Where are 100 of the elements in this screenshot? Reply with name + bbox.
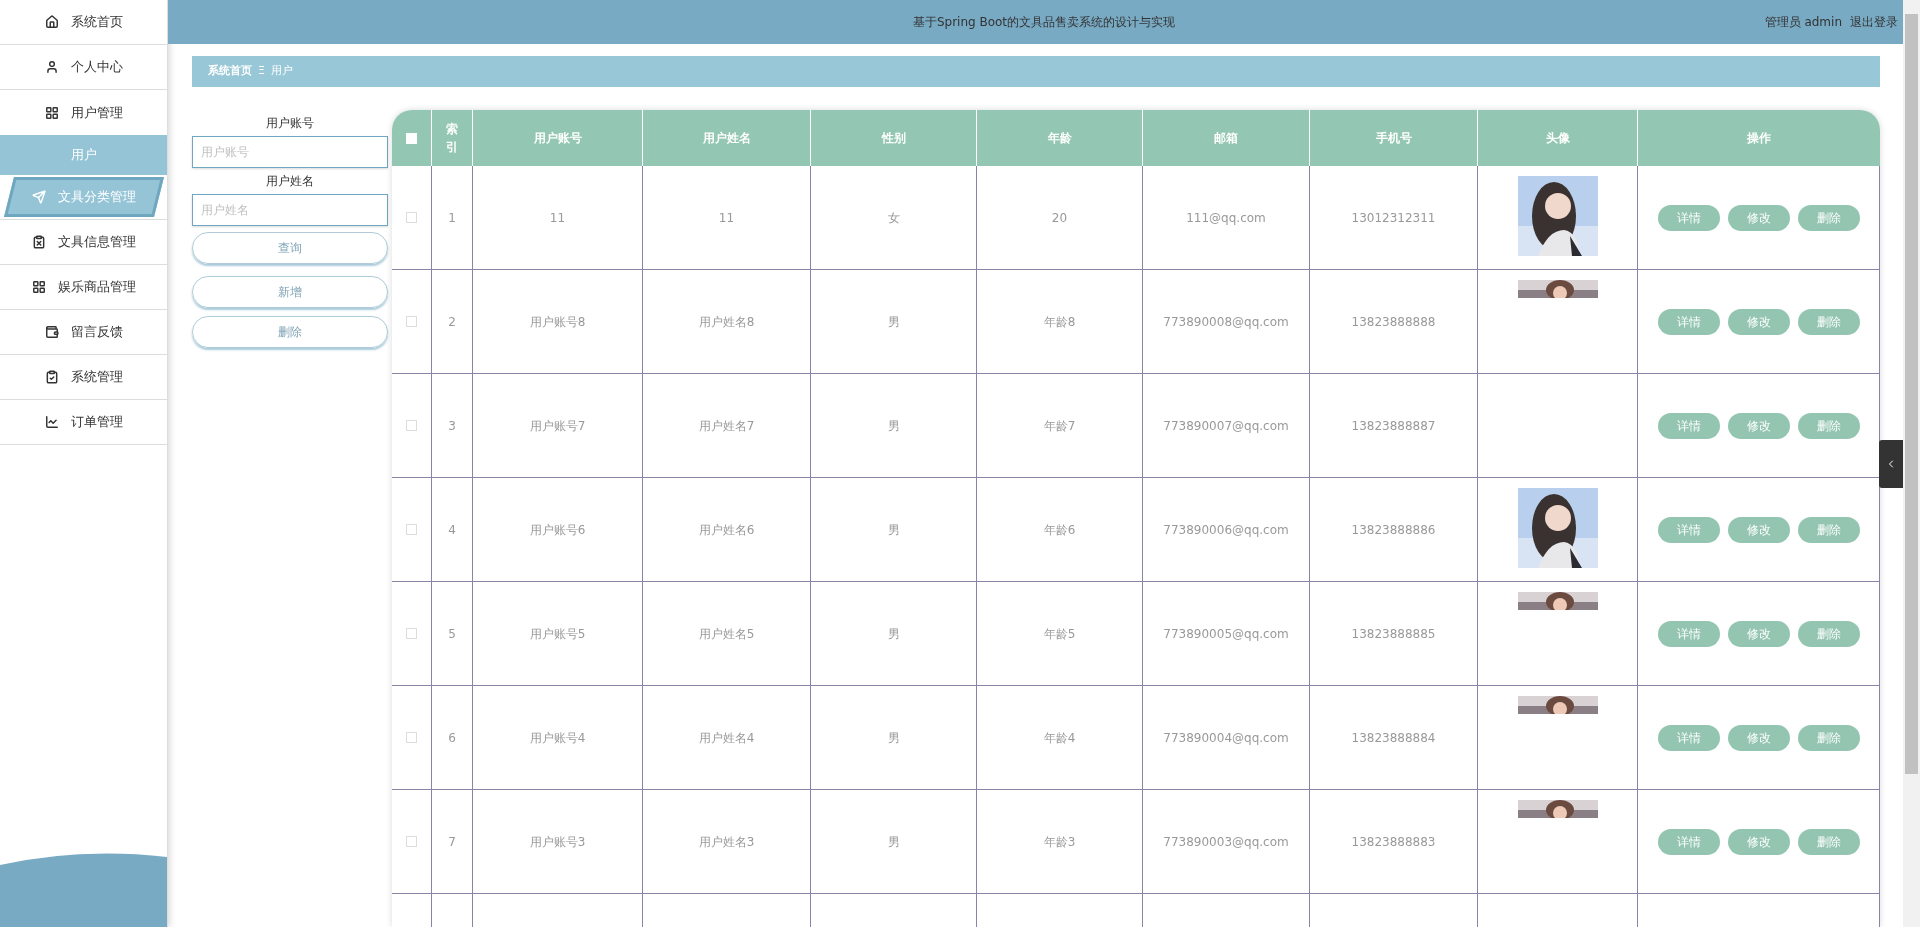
sidebar-item[interactable]: 系统首页 [0,0,167,45]
table-cell-text: 年龄4 [1043,729,1076,747]
action-button[interactable]: 修改 [1727,620,1790,647]
field-label: 用户账号 [265,115,315,132]
submenu-item[interactable]: 用户 [0,135,167,175]
table-cell-text: 用户账号5 [529,625,586,643]
row-checkbox[interactable] [406,732,417,743]
column-header: 操作 [1747,130,1771,147]
action-button[interactable]: 删除 [1797,204,1860,231]
table-cell-text: 用户姓名3 [698,833,755,851]
user-icon [44,60,59,74]
table-cell-text: 年龄6 [1043,521,1076,539]
column-header: 年龄 [1047,130,1072,147]
table-cell-text: 111@qq.com [1186,209,1266,227]
table-cell-text: 女 [887,209,900,227]
table-cell-text: 用户账号8 [529,313,586,331]
row-checkbox[interactable] [406,524,417,535]
clipboard-check-icon [44,370,59,384]
action-button[interactable]: 删除 [1797,516,1860,543]
action-button[interactable]: 修改 [1727,204,1790,231]
row-checkbox[interactable] [406,316,417,327]
action-button[interactable]: 详情 [1657,828,1720,855]
table-cell-text: 用户姓名8 [698,313,755,331]
action-button[interactable]: 详情 [1657,204,1720,231]
wallet-icon [44,325,59,339]
breadcrumb-home[interactable]: 系统首页 [208,63,252,80]
sidebar-item[interactable]: 订单管理 [0,400,167,445]
action-button[interactable]: 详情 [1657,620,1720,647]
logout-link[interactable]: 退出登录 [1850,13,1898,31]
select-all-checkbox[interactable] [406,132,417,144]
table-cell-text: 773890006@qq.com [1163,521,1289,539]
breadcrumb-current: 用户 [270,63,293,80]
action-button[interactable]: 删除 [1797,308,1860,335]
table-cell-text: 用户姓名6 [698,521,755,539]
table-cell-text: 13823888886 [1351,521,1436,539]
action-button[interactable]: 删除 [1797,412,1860,439]
action-button[interactable]: 修改 [1727,828,1790,855]
column-header: 邮箱 [1214,130,1238,147]
grid-icon [31,280,46,294]
row-checkbox[interactable] [406,628,417,639]
table-cell-text: 男 [887,833,900,851]
row-checkbox[interactable] [406,420,417,431]
column-header: 用户账号 [533,130,582,147]
table-cell-text: 20 [1051,209,1068,227]
sidebar-item[interactable]: 系统管理 [0,355,167,400]
row-checkbox[interactable] [406,212,417,223]
action-button[interactable]: 修改 [1727,412,1790,439]
action-button[interactable]: 详情 [1657,724,1720,751]
action-button[interactable]: 删除 [1797,724,1860,751]
table-cell-text: 2 [448,313,456,331]
table-cell-text: 用户账号4 [529,729,586,747]
chart-icon [44,415,59,429]
action-button[interactable]: 详情 [1657,412,1720,439]
search-field[interactable]: 用户账号 [192,136,388,168]
action-button[interactable]: 修改 [1727,724,1790,751]
table-cell-text: 男 [887,625,900,643]
breadcrumb-separator: Ξ [258,63,265,80]
table-cell-text: 男 [887,417,900,435]
table-cell-text: 13012312311 [1351,209,1436,227]
row-checkbox[interactable] [406,836,417,847]
sidebar-item[interactable]: 个人中心 [0,45,167,90]
table-cell-text: 7 [448,833,456,851]
table-cell-text: 年龄5 [1043,625,1076,643]
table-cell-text: 年龄8 [1043,313,1076,331]
table-cell-text: 13823888887 [1351,417,1436,435]
action-button[interactable]: 修改 [1727,308,1790,335]
table-cell-text: 11 [549,209,566,227]
search-field[interactable]: 用户姓名 [192,194,388,226]
table-cell-text: 1 [448,209,456,227]
table-cell-text: 773890005@qq.com [1163,625,1289,643]
table-cell-text: 773890007@qq.com [1163,417,1289,435]
grid-icon [44,105,59,120]
sidebar-item[interactable]: 文具信息管理 [0,220,167,265]
table-cell-text: 13823888885 [1351,625,1436,643]
action-button[interactable]: 删除 [1797,828,1860,855]
table-cell-text: 用户账号6 [529,521,586,539]
action-button[interactable]: 删除 [1797,620,1860,647]
table-cell-text: 男 [887,521,900,539]
table-cell-text: 4 [448,521,456,539]
sidebar-item[interactable]: 娱乐商品管理 [0,265,167,310]
admin-label: 管理员 admin [1764,14,1842,31]
table-cell-text: 用户账号7 [529,417,586,435]
table-cell-text: 男 [887,313,900,331]
column-header: 用户姓名 [702,130,751,147]
action-button[interactable]: 详情 [1657,308,1720,335]
sidebar-item[interactable]: 留言反馈 [0,310,167,355]
table-cell-text: 6 [448,729,456,747]
table-cell-text: 用户姓名5 [698,625,755,643]
field-label: 用户姓名 [265,173,315,190]
table-cell-text: 773890003@qq.com [1163,833,1289,851]
column-header: 头像 [1545,130,1570,147]
sidebar-item[interactable]: 文具分类管理 [3,177,164,217]
sidebar-item[interactable]: 用户管理 [0,90,167,135]
collapse-tab[interactable] [1879,440,1903,488]
action-button[interactable]: 修改 [1727,516,1790,543]
table-cell-text: 773890008@qq.com [1163,313,1289,331]
table-cell-text: 13823888883 [1351,833,1436,851]
table-cell-text: 13823888884 [1351,729,1436,747]
table-cell-text: 5 [448,625,456,643]
action-button[interactable]: 详情 [1657,516,1720,543]
